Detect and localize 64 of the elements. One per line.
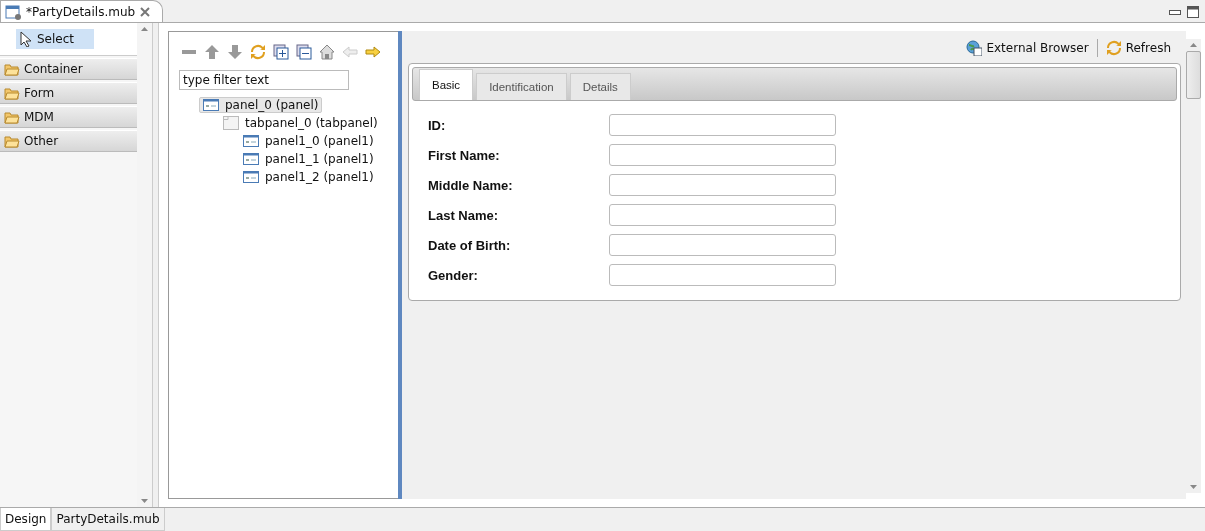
external-browser-button[interactable]: External Browser bbox=[966, 40, 1089, 56]
input-field[interactable] bbox=[609, 234, 836, 256]
tree-item[interactable]: panel1_2 (panel1) bbox=[239, 169, 378, 185]
scroll-thumb[interactable] bbox=[1186, 51, 1201, 99]
tree-item[interactable]: tabpanel_0 (tabpanel) bbox=[219, 115, 382, 131]
tree-item[interactable]: panel1_0 (panel1) bbox=[239, 133, 378, 149]
panel-icon bbox=[243, 134, 259, 148]
field-label: First Name: bbox=[428, 147, 501, 163]
expand-icon[interactable] bbox=[273, 44, 289, 60]
maximize-icon[interactable] bbox=[1187, 6, 1199, 18]
home-icon[interactable] bbox=[319, 44, 335, 60]
panel-icon bbox=[203, 98, 219, 112]
editor-page-tab[interactable]: Design bbox=[0, 508, 52, 531]
folder-icon bbox=[4, 134, 20, 148]
scroll-down-icon[interactable] bbox=[1190, 485, 1197, 489]
field-label: Gender: bbox=[428, 267, 479, 283]
select-tool[interactable]: Select bbox=[16, 29, 94, 49]
globe-window-icon bbox=[966, 40, 983, 56]
pointer-icon bbox=[20, 31, 32, 47]
input-field[interactable] bbox=[609, 204, 836, 226]
refresh-icon bbox=[1105, 40, 1122, 56]
input-field[interactable] bbox=[609, 174, 836, 196]
panel-icon bbox=[243, 170, 259, 184]
refresh-icon[interactable] bbox=[250, 44, 266, 60]
form-tab[interactable]: Basic bbox=[419, 69, 474, 100]
palette-drawer[interactable]: Form bbox=[0, 82, 137, 104]
tab-panel-icon bbox=[223, 116, 239, 130]
form-file-icon bbox=[5, 3, 21, 20]
scrollbar[interactable] bbox=[1186, 39, 1201, 493]
collapse-icon[interactable] bbox=[296, 44, 312, 60]
input-field[interactable] bbox=[609, 264, 836, 286]
field-label: Last Name: bbox=[428, 207, 500, 223]
scroll-up-icon[interactable] bbox=[141, 27, 148, 31]
palette-drawer[interactable]: Container bbox=[0, 58, 137, 80]
form-tab[interactable]: Identification bbox=[476, 73, 567, 100]
scrollbar[interactable] bbox=[137, 23, 152, 507]
tree-item[interactable]: panel1_1 (panel1) bbox=[239, 151, 378, 167]
folder-icon bbox=[4, 86, 20, 100]
filter-field[interactable]: type filter text bbox=[179, 70, 349, 90]
palette-drawer[interactable]: MDM bbox=[0, 106, 137, 128]
up-arrow-icon[interactable] bbox=[204, 44, 220, 60]
input-field[interactable] bbox=[609, 144, 836, 166]
forward-arrow-icon[interactable] bbox=[365, 44, 381, 60]
editor-page-tab[interactable]: PartyDetails.mub bbox=[51, 508, 165, 531]
input-field[interactable] bbox=[609, 114, 836, 136]
editor-tab-title: *PartyDetails.mub bbox=[26, 4, 136, 19]
close-icon[interactable] bbox=[140, 6, 151, 17]
splitter-handle[interactable] bbox=[398, 31, 402, 499]
field-label: Date of Birth: bbox=[428, 237, 512, 253]
panel-icon bbox=[243, 152, 259, 166]
scroll-down-icon[interactable] bbox=[141, 499, 148, 503]
folder-icon bbox=[4, 110, 20, 124]
form-tab[interactable]: Details bbox=[569, 73, 631, 100]
scroll-up-icon[interactable] bbox=[1190, 43, 1197, 47]
down-arrow-icon[interactable] bbox=[227, 44, 243, 60]
refresh-button[interactable]: Refresh bbox=[1105, 40, 1171, 56]
field-label: ID: bbox=[428, 117, 447, 133]
field-label: Middle Name: bbox=[428, 177, 514, 193]
editor-tab[interactable]: *PartyDetails.mub bbox=[0, 0, 164, 22]
minimize-icon[interactable] bbox=[1169, 8, 1181, 16]
tree-item[interactable]: panel_0 (panel) bbox=[199, 97, 323, 113]
folder-icon bbox=[4, 62, 20, 76]
palette-drawer[interactable]: Other bbox=[0, 130, 137, 152]
back-arrow-icon[interactable] bbox=[342, 44, 358, 60]
